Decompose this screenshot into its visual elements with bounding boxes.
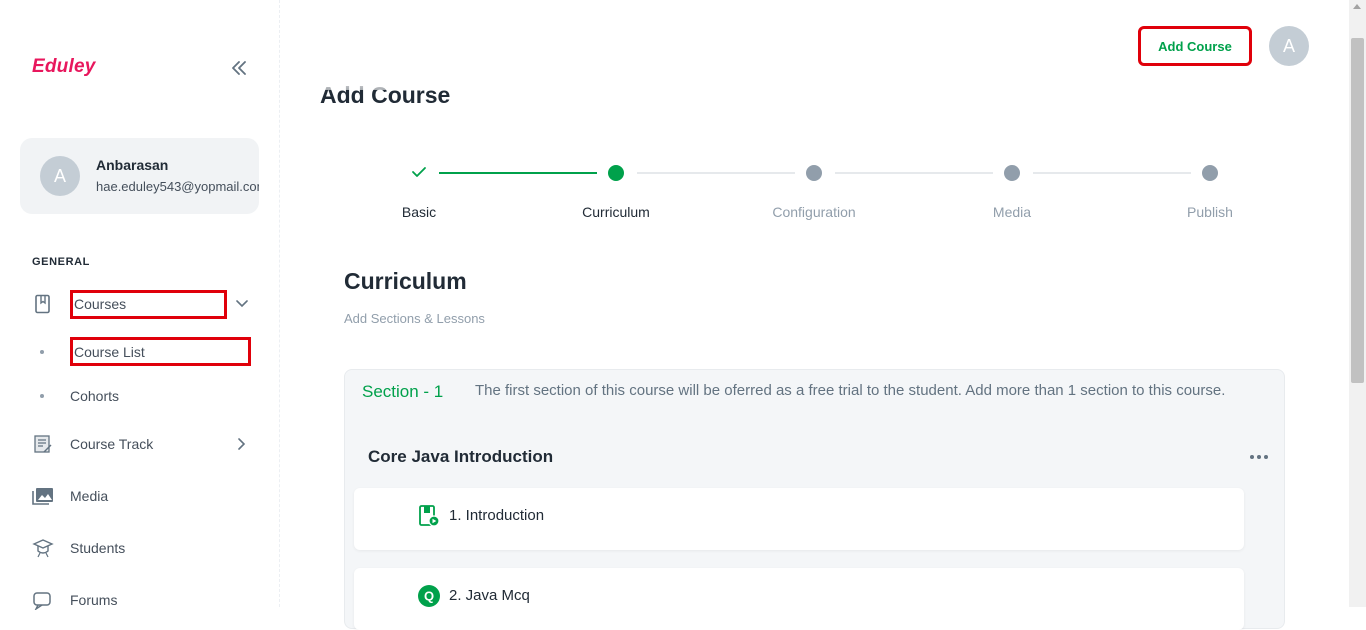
step-node-publish bbox=[1202, 165, 1218, 181]
sidebar-subitem-cohorts[interactable]: Cohorts bbox=[20, 379, 260, 413]
bullet-dot-icon bbox=[40, 394, 44, 398]
step-connector bbox=[637, 172, 795, 174]
quiz-icon: Q bbox=[418, 585, 440, 607]
sidebar-item-students[interactable]: Students bbox=[20, 528, 260, 568]
section-card: Section - 1 The first section of this co… bbox=[344, 369, 1285, 630]
section-description: The first section of this course will be… bbox=[475, 382, 1226, 399]
sidebar-item-label: Courses bbox=[74, 296, 127, 312]
step-label-basic[interactable]: Basic bbox=[349, 204, 489, 220]
collapse-sidebar-button[interactable] bbox=[228, 56, 250, 80]
curriculum-title: Curriculum bbox=[344, 268, 467, 294]
lesson-item[interactable]: 1. Introduction bbox=[354, 488, 1244, 550]
sidebar: Eduley A Anbarasan hae.eduley543@yopmail… bbox=[0, 0, 280, 610]
step-label-publish[interactable]: Publish bbox=[1140, 204, 1280, 220]
scroll-up-arrow-icon[interactable] bbox=[1353, 4, 1361, 9]
section-tag: Section - 1 bbox=[362, 382, 444, 401]
sidebar-item-media[interactable]: Media bbox=[20, 476, 260, 516]
lesson-item[interactable]: Q 2. Java Mcq bbox=[354, 568, 1244, 630]
image-gallery-icon bbox=[32, 485, 54, 507]
account-email: hae.eduley543@yopmail.com bbox=[96, 179, 259, 194]
chevron-down-icon bbox=[234, 296, 250, 312]
step-node-media bbox=[1004, 165, 1020, 181]
sidebar-item-label: Students bbox=[70, 540, 126, 556]
step-label-configuration[interactable]: Configuration bbox=[744, 204, 884, 220]
lesson-title: 2. Java Mcq bbox=[449, 587, 530, 604]
document-icon bbox=[32, 433, 54, 455]
step-connector bbox=[835, 172, 993, 174]
page-scrollbar[interactable] bbox=[1349, 0, 1366, 607]
avatar: A bbox=[40, 156, 80, 196]
sidebar-item-forums[interactable]: Forums bbox=[20, 580, 260, 620]
sidebar-subitem-course-list[interactable]: Course List bbox=[20, 335, 260, 369]
chevron-right-icon bbox=[234, 436, 250, 452]
step-label-media[interactable]: Media bbox=[942, 204, 1082, 220]
bullet-dot-icon bbox=[40, 350, 44, 354]
user-avatar[interactable]: A bbox=[1269, 26, 1309, 66]
account-name: Anbarasan bbox=[96, 157, 169, 173]
scrollbar-thumb[interactable] bbox=[1351, 38, 1364, 383]
step-label-curriculum[interactable]: Curriculum bbox=[546, 204, 686, 220]
chat-icon bbox=[32, 589, 54, 611]
lesson-title: 1. Introduction bbox=[449, 507, 545, 524]
sidebar-item-course-track[interactable]: Course Track bbox=[20, 424, 260, 464]
video-lesson-icon bbox=[419, 505, 440, 527]
graduation-cap-icon bbox=[32, 537, 54, 559]
account-card[interactable]: A Anbarasan hae.eduley543@yopmail.com bbox=[20, 138, 259, 214]
quiz-icon-text: Q bbox=[424, 589, 434, 604]
step-connector bbox=[439, 172, 597, 174]
sidebar-item-label: Forums bbox=[70, 592, 118, 608]
step-node-configuration bbox=[806, 165, 822, 181]
sidebar-item-label: Media bbox=[70, 488, 109, 504]
course-stepper: Basic Curriculum Configuration Media Pub… bbox=[320, 150, 1310, 230]
double-chevron-left-icon bbox=[232, 61, 246, 75]
book-icon bbox=[32, 293, 54, 315]
check-icon bbox=[412, 167, 426, 177]
nav-section-label: GENERAL bbox=[32, 256, 90, 268]
step-node-curriculum bbox=[608, 165, 624, 181]
more-options-icon[interactable] bbox=[1248, 450, 1270, 464]
sidebar-item-label: Course Track bbox=[70, 436, 154, 452]
sidebar-subitem-label: Course List bbox=[74, 344, 145, 360]
title-fade-overlay bbox=[312, 74, 462, 90]
step-connector bbox=[1033, 172, 1191, 174]
sidebar-subitem-label: Cohorts bbox=[70, 388, 120, 404]
app-logo[interactable]: Eduley bbox=[32, 56, 96, 78]
sidebar-item-courses[interactable]: Courses bbox=[20, 284, 260, 324]
section-name: Core Java Introduction bbox=[368, 447, 554, 466]
curriculum-subtitle: Add Sections & Lessons bbox=[344, 311, 485, 326]
add-course-button[interactable]: Add Course bbox=[1138, 26, 1252, 66]
